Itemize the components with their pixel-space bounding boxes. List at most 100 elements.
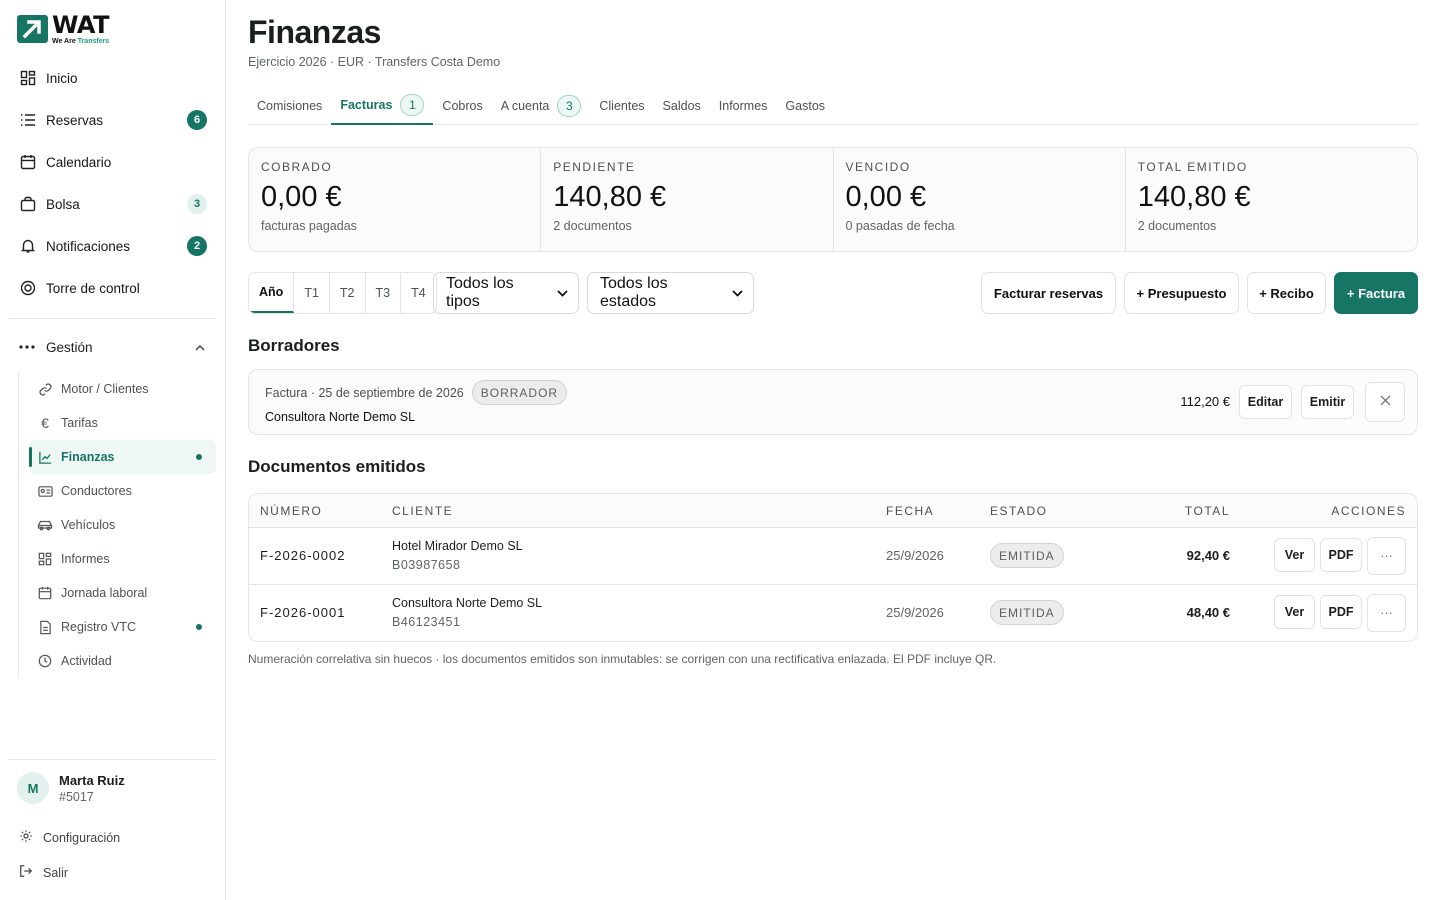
- link-icon: [37, 381, 53, 397]
- doc-number: F-2026-0001: [260, 605, 346, 620]
- sub-item-label: Tarifas: [61, 416, 98, 430]
- main-nav: Inicio Reservas 6 Calendario Bolsa 3 Not…: [9, 57, 216, 309]
- tab-gastos[interactable]: Gastos: [776, 86, 834, 125]
- bag-icon: [19, 195, 37, 213]
- period-t1[interactable]: T1: [294, 273, 330, 313]
- nav-item-calendario[interactable]: Calendario: [9, 141, 216, 183]
- issue-draft-button[interactable]: Emitir: [1301, 385, 1354, 419]
- nav-item-torre-de-control[interactable]: Torre de control: [9, 267, 216, 309]
- sub-item-jornada-laboral[interactable]: Jornada laboral: [19, 576, 216, 610]
- main-content: Finanzas Ejercicio 2026 · EUR · Transfer…: [226, 0, 1440, 900]
- type-select[interactable]: Todos los tipos: [433, 272, 579, 314]
- documents-table: NÚMERO CLIENTE FECHA ESTADO TOTAL ACCION…: [248, 493, 1418, 642]
- pdf-button[interactable]: PDF: [1320, 595, 1362, 629]
- more-button[interactable]: ···: [1367, 594, 1406, 632]
- type-select-value: Todos los tipos: [446, 275, 514, 310]
- bill-bookings-button[interactable]: Facturar reservas: [981, 272, 1116, 314]
- period-t2[interactable]: T2: [330, 273, 366, 313]
- sub-item-label: Conductores: [61, 484, 132, 498]
- sub-item-finanzas[interactable]: Finanzas: [29, 440, 216, 474]
- count-badge: 2: [187, 236, 207, 256]
- close-icon: [1380, 395, 1391, 409]
- user-profile[interactable]: M Marta Ruiz #5017: [17, 772, 125, 804]
- sidebar-divider: [9, 759, 216, 760]
- add-quote-button[interactable]: + Presupuesto: [1124, 272, 1239, 314]
- sub-item-motor-clientes[interactable]: Motor / Clientes: [19, 372, 216, 406]
- page-subtitle: Ejercicio 2026 · EUR · Transfers Costa D…: [248, 55, 501, 69]
- count-badge: 6: [187, 110, 207, 130]
- sub-item-label: Vehículos: [61, 518, 116, 532]
- tab-comisiones[interactable]: Comisiones: [248, 86, 331, 125]
- col-number: NÚMERO: [260, 503, 323, 518]
- add-receipt-button[interactable]: + Recibo: [1247, 272, 1326, 314]
- sub-item-registro-vtc[interactable]: Registro VTC: [19, 610, 216, 644]
- delete-draft-button[interactable]: [1365, 382, 1405, 422]
- drafts-title: Borradores: [248, 336, 340, 355]
- period-year[interactable]: Año: [249, 273, 295, 313]
- sub-item-label: Finanzas: [61, 450, 115, 464]
- nav-group-label: Gestión: [46, 339, 93, 355]
- add-invoice-button[interactable]: + Factura: [1334, 272, 1418, 314]
- edit-draft-button[interactable]: Editar: [1239, 385, 1292, 419]
- nav-item-reservas[interactable]: Reservas 6: [9, 99, 216, 141]
- doc-number: F-2026-0002: [260, 548, 346, 563]
- tab-count: 3: [557, 94, 582, 117]
- status-badge: BORRADOR: [471, 380, 568, 405]
- documents-title: Documentos emitidos: [248, 457, 426, 476]
- user-name: Marta Ruiz: [59, 772, 125, 788]
- brand-tagline: We Are Transfers: [52, 38, 110, 45]
- nav-item-bolsa[interactable]: Bolsa 3: [9, 183, 216, 225]
- kpi-value: 0,00 €: [845, 181, 927, 213]
- draft-client: Consultora Norte Demo SL: [265, 410, 416, 424]
- settings-link[interactable]: Configuración: [19, 829, 120, 846]
- sub-item-tarifas[interactable]: € Tarifas: [19, 406, 216, 440]
- nav-item-label: Calendario: [46, 154, 112, 170]
- status-select[interactable]: Todos los estados: [587, 272, 754, 314]
- status-badge: EMITIDA: [990, 600, 1064, 625]
- sub-item-informes[interactable]: Informes: [19, 542, 216, 576]
- nav-item-label: Notificaciones: [46, 238, 131, 254]
- tab-saldos[interactable]: Saldos: [654, 86, 710, 125]
- doc-client: Hotel Mirador Demo SL: [392, 539, 523, 553]
- logout-link[interactable]: Salir: [19, 864, 68, 881]
- tab-a-cuenta[interactable]: A cuenta 3: [492, 86, 591, 125]
- more-icon: [19, 345, 37, 349]
- active-dot: [196, 454, 202, 460]
- chevron-up-icon: [194, 340, 206, 355]
- gear-icon: [19, 829, 33, 846]
- view-button[interactable]: Ver: [1274, 538, 1315, 572]
- sub-item-label: Jornada laboral: [61, 586, 148, 600]
- kpi-value: 0,00 €: [261, 181, 342, 213]
- sub-item-vehiculos[interactable]: Vehículos: [19, 508, 216, 542]
- period-filter: Año T1 T2 T3 T4: [248, 272, 437, 314]
- pdf-button[interactable]: PDF: [1320, 538, 1362, 572]
- more-button[interactable]: ···: [1367, 537, 1406, 575]
- status-dot: [196, 624, 202, 630]
- tab-informes[interactable]: Informes: [710, 86, 777, 125]
- avatar: M: [17, 772, 49, 804]
- view-button[interactable]: Ver: [1274, 595, 1315, 629]
- col-date: FECHA: [886, 503, 935, 518]
- tab-clientes[interactable]: Clientes: [590, 86, 653, 125]
- period-t3[interactable]: T3: [366, 273, 402, 313]
- nav-item-notificaciones[interactable]: Notificaciones 2: [9, 225, 216, 267]
- nav-item-inicio[interactable]: Inicio: [9, 57, 216, 99]
- period-t4[interactable]: T4: [401, 273, 436, 313]
- nav-group-gestion[interactable]: Gestión: [9, 326, 216, 368]
- tab-facturas[interactable]: Facturas 1: [331, 86, 434, 125]
- status-badge: EMITIDA: [990, 543, 1064, 568]
- logout-icon: [19, 864, 33, 881]
- sub-item-label: Registro VTC: [61, 620, 137, 634]
- col-status: ESTADO: [990, 503, 1048, 518]
- sub-item-actividad[interactable]: Actividad: [19, 644, 216, 678]
- doc-tax-id: B03987658: [392, 558, 461, 572]
- brand-logo[interactable]: WAT We Are Transfers: [17, 13, 109, 45]
- clock-icon: [37, 653, 53, 669]
- doc-total: 92,40 €: [1186, 548, 1230, 563]
- sub-item-label: Actividad: [61, 654, 112, 668]
- list-icon: [19, 111, 37, 129]
- count-badge: 3: [187, 194, 207, 214]
- tab-cobros[interactable]: Cobros: [433, 86, 491, 125]
- status-select-value: Todos los estados: [600, 275, 668, 310]
- sub-item-conductores[interactable]: Conductores: [19, 474, 216, 508]
